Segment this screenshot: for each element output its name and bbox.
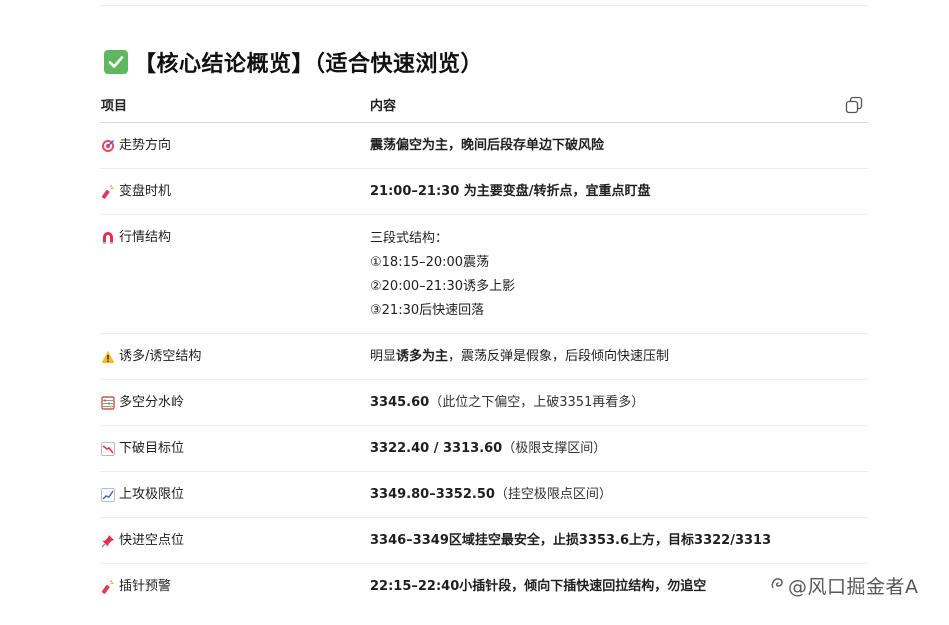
content-part: ，震荡反弹是假象，后段倾向快速压制 bbox=[448, 349, 670, 364]
row-label: 快进空点位 bbox=[100, 518, 370, 563]
row-content: 21:00–21:30 为主要变盘/转折点，宜重点盯盘 bbox=[370, 184, 651, 199]
content-emphasis: 诱多为主 bbox=[396, 349, 449, 364]
table-row: 走势方向 震荡偏空为主，晚间后段存单边下破风险 bbox=[100, 123, 868, 169]
structure-line: 三段式结构： bbox=[370, 231, 449, 246]
swirl-logo-icon bbox=[770, 576, 786, 596]
row-content: 3345.60（此位之下偏空，上破3351再看多） bbox=[370, 380, 868, 425]
content-value: 3345.60 bbox=[370, 395, 430, 410]
row-label: 走势方向 bbox=[100, 123, 370, 168]
content-note: （极限支撑区间） bbox=[502, 441, 607, 456]
row-content: 3346–3349区域挂空最安全，止损3353.6上方，目标3322/3313 bbox=[370, 533, 772, 548]
magnet-icon bbox=[101, 231, 115, 245]
row-label: 下破目标位 bbox=[100, 426, 370, 471]
section-heading: 【核心结论概览】（适合快速浏览） bbox=[104, 44, 483, 80]
label-text: 上攻极限位 bbox=[119, 487, 185, 502]
structure-line: ③21:30后快速回落 bbox=[370, 303, 485, 318]
table-row: 上攻极限位 3349.80–3352.50（挂空极限点区间） bbox=[100, 472, 868, 518]
table-row: 快进空点位 3346–3349区域挂空最安全，止损3353.6上方，目标3322… bbox=[100, 518, 868, 564]
row-content: 3349.80–3352.50（挂空极限点区间） bbox=[370, 472, 868, 517]
row-label: 诱多/诱空结构 bbox=[100, 334, 370, 379]
table-row: 诱多/诱空结构 明显诱多为主，震荡反弹是假象，后段倾向快速压制 bbox=[100, 334, 868, 380]
target-icon bbox=[101, 139, 115, 153]
table-row: 行情结构 三段式结构： ①18:15–20:00震荡 ②20:00–21:30诱… bbox=[100, 215, 868, 334]
top-divider bbox=[100, 5, 868, 6]
chart-up-icon bbox=[101, 488, 115, 502]
pushpin-icon bbox=[101, 534, 115, 548]
content-part: 明显 bbox=[370, 349, 397, 364]
check-mark-icon bbox=[104, 50, 128, 74]
row-label: 插针预警 bbox=[100, 564, 370, 609]
table-row: 多空分水岭 3345.60（此位之下偏空，上破3351再看多） bbox=[100, 380, 868, 426]
structure-line: ①18:15–20:00震荡 bbox=[370, 255, 490, 270]
header-item: 项目 bbox=[101, 98, 128, 114]
label-text: 行情结构 bbox=[119, 230, 172, 245]
content-value: 3349.80–3352.50 bbox=[370, 487, 495, 502]
table-header: 项目 内容 bbox=[100, 86, 868, 123]
row-content: 明显诱多为主，震荡反弹是假象，后段倾向快速压制 bbox=[370, 334, 868, 379]
content-note: （挂空极限点区间） bbox=[494, 487, 612, 502]
table-row: 下破目标位 3322.40 / 3313.60（极限支撑区间） bbox=[100, 426, 868, 472]
label-text: 插针预警 bbox=[119, 579, 172, 594]
row-label: 行情结构 bbox=[100, 215, 370, 333]
table-row: 插针预警 22:15–22:40小插针段，倾向下插快速回拉结构，勿追空 bbox=[100, 564, 868, 609]
label-text: 变盘时机 bbox=[119, 184, 172, 199]
row-content: 3322.40 / 3313.60（极限支撑区间） bbox=[370, 426, 868, 471]
row-label: 上攻极限位 bbox=[100, 472, 370, 517]
abacus-icon bbox=[101, 396, 115, 410]
label-text: 下破目标位 bbox=[119, 441, 185, 456]
table-row: 变盘时机 21:00–21:30 为主要变盘/转折点，宜重点盯盘 bbox=[100, 169, 868, 215]
label-text: 走势方向 bbox=[119, 138, 172, 153]
label-text: 快进空点位 bbox=[119, 533, 185, 548]
row-content: 震荡偏空为主，晚间后段存单边下破风险 bbox=[370, 138, 605, 153]
label-text: 诱多/诱空结构 bbox=[119, 349, 202, 364]
chart-down-icon bbox=[101, 442, 115, 456]
overview-table: 项目 内容 走势方向 震荡偏空为主，晚间后段存单边下破风险 变盘时机 21:00… bbox=[100, 86, 868, 609]
content-note: （此位之下偏空，上破3351再看多） bbox=[429, 395, 645, 410]
row-label: 多空分水岭 bbox=[100, 380, 370, 425]
header-content: 内容 bbox=[370, 98, 397, 114]
row-content: 三段式结构： ①18:15–20:00震荡 ②20:00–21:30诱多上影 ③… bbox=[370, 215, 868, 333]
firecracker-icon bbox=[101, 580, 115, 594]
watermark: @风口掘金者A bbox=[770, 572, 919, 599]
row-label: 变盘时机 bbox=[100, 169, 370, 214]
heading-text: 【核心结论概览】（适合快速浏览） bbox=[134, 52, 484, 77]
watermark-text: @风口掘金者A bbox=[788, 576, 919, 598]
firecracker-icon bbox=[101, 185, 115, 199]
label-text: 多空分水岭 bbox=[119, 395, 185, 410]
warning-icon bbox=[101, 350, 115, 364]
content-value: 3322.40 / 3313.60 bbox=[370, 441, 503, 456]
structure-line: ②20:00–21:30诱多上影 bbox=[370, 279, 516, 294]
